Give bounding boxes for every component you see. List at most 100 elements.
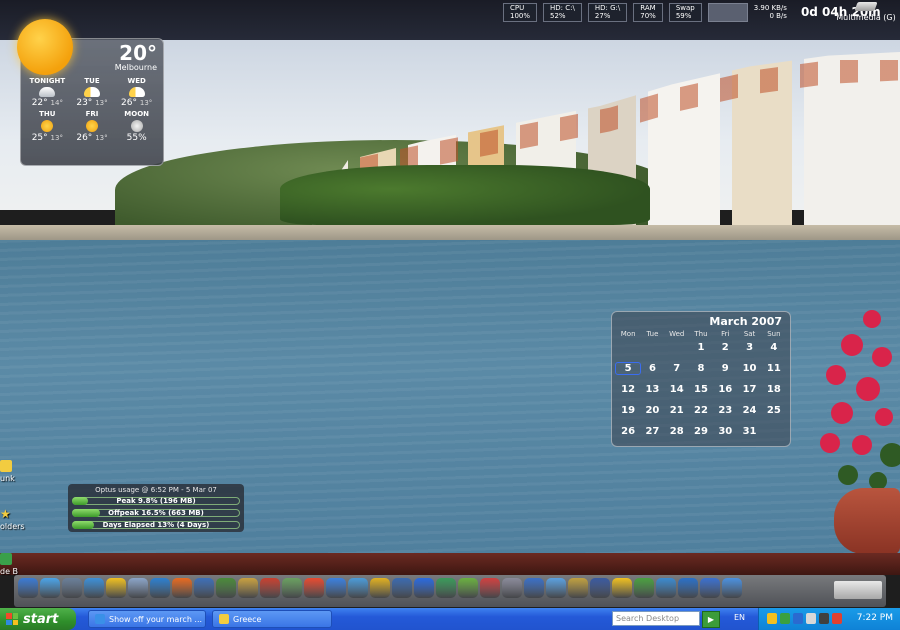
dock-app-icon[interactable]	[524, 578, 544, 598]
calendar-day[interactable]: 6	[640, 363, 664, 374]
language-indicator[interactable]: EN	[734, 613, 745, 622]
calendar-day[interactable]: 13	[640, 384, 664, 395]
forecast-grid: TONIGHT 22° 14° TUE 23° 13° WED 26° 13° …	[25, 77, 159, 143]
dock-app-icon[interactable]	[568, 578, 588, 598]
dock-app-icon[interactable]	[678, 578, 698, 598]
dock-keyboard-icon[interactable]	[834, 581, 882, 599]
dock-app-icon[interactable]	[128, 578, 148, 598]
usage-title: Optus usage @ 6:52 PM - 5 Mar 07	[95, 486, 217, 494]
forecast-cell: THU 25° 13°	[25, 110, 70, 143]
calendar-day[interactable]: 14	[665, 384, 689, 395]
dock-app-icon[interactable]	[436, 578, 456, 598]
taskbar-item-browser[interactable]: Show off your march ...	[88, 610, 206, 628]
dock-app-icon[interactable]	[502, 578, 522, 598]
dock-app-icon[interactable]	[216, 578, 236, 598]
calendar-week: 19 20 21 22 23 24 25	[616, 405, 786, 416]
dock-app-icon[interactable]	[370, 578, 390, 598]
dock-app-icon[interactable]	[304, 578, 324, 598]
calendar-day[interactable]: 30	[713, 426, 737, 437]
calendar-day[interactable]: 9	[713, 363, 737, 374]
calendar-day[interactable]: 10	[737, 363, 761, 374]
dock-app-icon[interactable]	[260, 578, 280, 598]
volume-icon[interactable]	[806, 613, 816, 624]
dock-app-icon[interactable]	[414, 578, 434, 598]
dock-app-icon[interactable]	[458, 578, 478, 598]
calendar-day[interactable]: 26	[616, 426, 640, 437]
start-button[interactable]: start	[0, 608, 76, 630]
calendar-day[interactable]: 27	[640, 426, 664, 437]
calendar-day[interactable]: 2	[713, 342, 737, 353]
security-shield-icon[interactable]	[767, 613, 777, 624]
calendar-week: 26 27 28 29 30 31	[616, 426, 786, 437]
dock-app-icon[interactable]	[106, 578, 126, 598]
calendar-day[interactable]: 1	[689, 342, 713, 353]
calendar-day[interactable]: 31	[737, 426, 761, 437]
calendar-day[interactable]: 4	[762, 342, 786, 353]
dock-app-icon[interactable]	[40, 578, 60, 598]
weekday-label: Sun	[767, 330, 781, 338]
dock-app-icon[interactable]	[634, 578, 654, 598]
taskbar-item-folder[interactable]: Greece	[212, 610, 332, 628]
dock-app-icon[interactable]	[84, 578, 104, 598]
weather-widget[interactable]: 20° Melbourne TONIGHT 22° 14° TUE 23° 13…	[17, 19, 164, 166]
dock-app-icon[interactable]	[18, 578, 38, 598]
calendar-day[interactable]: 22	[689, 405, 713, 416]
dock-app-icon[interactable]	[700, 578, 720, 598]
calendar-day[interactable]: 18	[762, 384, 786, 395]
calendar-widget[interactable]: March 2007 Mon Tue Wed Thu Fri Sat Sun 1…	[611, 311, 791, 447]
dock-app-icon[interactable]	[282, 578, 302, 598]
tray-icons	[767, 613, 842, 624]
clock[interactable]: 7:22 PM	[857, 613, 893, 623]
calendar-day[interactable]: 17	[737, 384, 761, 395]
calendar-day[interactable]: 20	[640, 405, 664, 416]
calendar-day[interactable]: 19	[616, 405, 640, 416]
dock-app-icon[interactable]	[590, 578, 610, 598]
calendar-day[interactable]: 12	[616, 384, 640, 395]
windows-logo-icon	[6, 613, 18, 625]
dock-app-icon[interactable]	[150, 578, 170, 598]
start-label: start	[23, 611, 59, 627]
desktop-icon-folder[interactable]: unk	[0, 460, 15, 483]
sunny-icon	[85, 120, 98, 132]
tray-app-icon[interactable]	[793, 613, 803, 624]
desktop-search-input[interactable]: Search Desktop	[612, 611, 700, 626]
dock-app-icon[interactable]	[612, 578, 632, 598]
calendar-day[interactable]: 24	[737, 405, 761, 416]
dock-app-icon[interactable]	[62, 578, 82, 598]
drive-shortcut[interactable]: Multimedia (G)	[836, 2, 896, 22]
calendar-today[interactable]: 5	[614, 362, 642, 375]
forecast-cell: TUE 23° 13°	[70, 77, 115, 108]
dock-app-icon[interactable]	[194, 578, 214, 598]
usage-row-days: Days Elapsed 13% (4 Days)	[72, 519, 240, 530]
calendar-day[interactable]: 29	[689, 426, 713, 437]
dock-app-icon[interactable]	[348, 578, 368, 598]
calendar-day[interactable]: 28	[665, 426, 689, 437]
calendar-day[interactable]: 3	[737, 342, 761, 353]
desktop-icon-favorites[interactable]: ★ olders	[0, 508, 25, 531]
partly-sunny-icon	[128, 87, 145, 97]
calendar-day[interactable]: 16	[713, 384, 737, 395]
tray-monitor-icon[interactable]	[819, 613, 829, 624]
dock-app-icon[interactable]	[238, 578, 258, 598]
forecast-high: 22°	[31, 98, 48, 108]
dock-app-icon[interactable]	[480, 578, 500, 598]
calendar-day[interactable]: 25	[762, 405, 786, 416]
dock-app-icon[interactable]	[546, 578, 566, 598]
calendar-day[interactable]: 21	[665, 405, 689, 416]
network-icon[interactable]	[780, 613, 790, 624]
tray-alert-icon[interactable]	[832, 613, 842, 624]
usage-label: Offpeak 16.5% (663 MB)	[108, 508, 204, 517]
dock-app-icon[interactable]	[326, 578, 346, 598]
search-go-button[interactable]: ▶	[702, 611, 720, 628]
dock-app-icon[interactable]	[172, 578, 192, 598]
calendar-day[interactable]: 8	[689, 363, 713, 374]
desktop-icon-shortcut[interactable]: de B	[0, 553, 18, 576]
dock-app-icon[interactable]	[392, 578, 412, 598]
dock-app-icon[interactable]	[722, 578, 742, 598]
calendar-day[interactable]: 15	[689, 384, 713, 395]
calendar-day	[762, 426, 786, 437]
calendar-day[interactable]: 23	[713, 405, 737, 416]
calendar-day[interactable]: 7	[665, 363, 689, 374]
calendar-day[interactable]: 11	[762, 363, 786, 374]
dock-app-icon[interactable]	[656, 578, 676, 598]
